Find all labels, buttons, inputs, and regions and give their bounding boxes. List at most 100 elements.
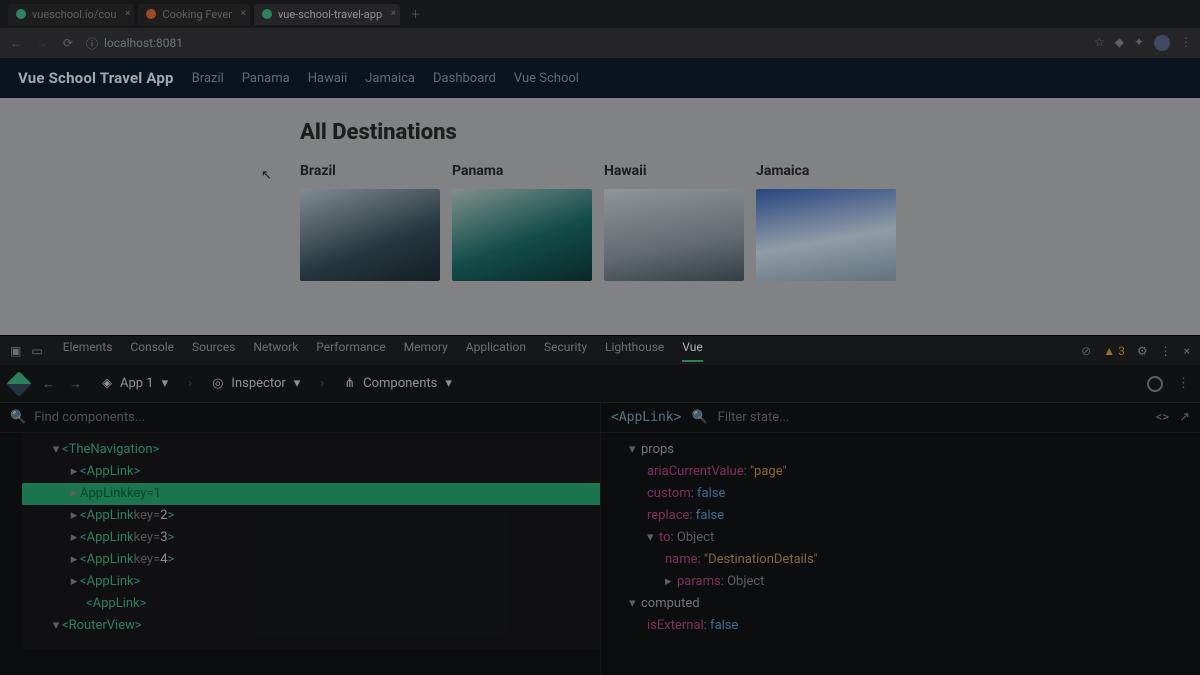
browser-tab[interactable]: vueschool.io/cou × [8, 4, 134, 25]
vue-devtools-panes: 🔍 ▾ <TheNavigation> ▸ <AppLink> ▸ AppLin… [0, 403, 1200, 675]
tab-label: vue-school-travel-app [278, 8, 382, 21]
destination-title: Brazil [300, 163, 440, 179]
destination-card[interactable]: Brazil [300, 163, 440, 281]
menu-icon[interactable]: ⋮ [1160, 344, 1172, 358]
tree-node-applink[interactable]: <AppLink> [22, 593, 600, 615]
nav-link-jamaica[interactable]: Jamaica [365, 71, 415, 86]
url-text: localhost:8081 [104, 36, 183, 50]
state-component-name: <AppLink> [611, 410, 681, 425]
destination-thumb [756, 189, 896, 281]
devtools-tabbar: ▣ ▭ Elements Console Sources Network Per… [0, 335, 1200, 365]
devtools-warn-badge[interactable]: ▲ 3 [1103, 344, 1125, 358]
browser-tab[interactable]: vue-school-travel-app × [254, 4, 400, 25]
browser-toolbar: ← → ⟳ ⓘ localhost:8081 ☆ ◆ ✦ ⋮ [0, 28, 1200, 58]
open-icon[interactable]: ↗ [1179, 410, 1190, 425]
close-icon[interactable]: × [391, 8, 396, 19]
chevron-right-icon: › [188, 376, 192, 391]
search-icon: 🔍 [10, 410, 26, 425]
devtools-tab-vue[interactable]: Vue [682, 340, 702, 362]
browser-tab-strip: vueschool.io/cou × Cooking Fever × vue-s… [0, 0, 1200, 28]
vd-app-selector[interactable]: ◈ App 1 ▾ [96, 376, 174, 391]
vd-forward-button[interactable]: → [69, 376, 82, 392]
tree-node-applink[interactable]: ▸ <AppLink> [22, 461, 600, 483]
favicon-icon [16, 9, 26, 19]
nav-link-panama[interactable]: Panama [242, 71, 290, 86]
gear-icon[interactable]: ⚙ [1137, 344, 1148, 358]
tree-node-applink[interactable]: ▸ <AppLink key=2> [22, 505, 600, 527]
chevron-down-icon: ▾ [162, 376, 169, 391]
destination-thumb [452, 189, 592, 281]
devtools-tab-application[interactable]: Application [466, 340, 526, 362]
devtools-tab-security[interactable]: Security [544, 340, 587, 362]
info-icon: ⓘ [86, 35, 98, 52]
close-icon[interactable]: × [241, 8, 246, 19]
destination-title: Jamaica [756, 163, 896, 179]
devtools-tab-console[interactable]: Console [130, 340, 174, 362]
favicon-icon [262, 9, 272, 19]
component-search[interactable]: 🔍 [0, 403, 600, 433]
nav-link-vueschool[interactable]: Vue School [514, 71, 579, 86]
destination-thumb [604, 189, 744, 281]
state-header: <AppLink> 🔍 <> ↗ [601, 403, 1200, 433]
component-tree-pane: 🔍 ▾ <TheNavigation> ▸ <AppLink> ▸ AppLin… [0, 403, 600, 675]
close-icon[interactable]: × [1184, 344, 1190, 358]
devtools-tab-network[interactable]: Network [253, 340, 298, 362]
chevron-right-icon: › [320, 376, 324, 391]
chevron-down-icon: ▾ [294, 376, 301, 391]
destination-card[interactable]: Hawaii [604, 163, 744, 281]
code-icon[interactable]: <> [1156, 410, 1169, 425]
address-bar[interactable]: ⓘ localhost:8081 [86, 35, 183, 52]
tree-node-applink-selected[interactable]: ▸ AppLink key=1 [22, 483, 600, 505]
inspect-icon[interactable]: ▣ [10, 344, 21, 358]
extension-icon[interactable]: ◆ [1115, 35, 1124, 51]
tree-node-applink[interactable]: ▸ <AppLink key=3> [22, 527, 600, 549]
puzzle-icon[interactable]: ✦ [1134, 35, 1144, 51]
page-title: All Destinations [300, 120, 900, 145]
new-tab-button[interactable]: ＋ [404, 6, 427, 22]
app-brand[interactable]: Vue School Travel App [18, 69, 174, 87]
vd-back-button[interactable]: ← [42, 376, 55, 392]
component-search-input[interactable] [34, 410, 590, 425]
destination-card[interactable]: Panama [452, 163, 592, 281]
layers-icon: ◈ [102, 376, 112, 391]
tab-label: Cooking Fever [162, 8, 232, 21]
devtools-error-icon[interactable]: ⊘ [1081, 344, 1091, 358]
vd-inspector-selector[interactable]: ◎ Inspector ▾ [206, 376, 306, 391]
app-header: Vue School Travel App Brazil Panama Hawa… [0, 58, 1200, 98]
tree-node-routerview[interactable]: ▾ <RouterView> [22, 615, 600, 637]
tree-node-thenavigation[interactable]: ▾ <TheNavigation> [22, 439, 600, 461]
devtools-tab-performance[interactable]: Performance [316, 340, 385, 362]
nav-link-hawaii[interactable]: Hawaii [308, 71, 348, 86]
vd-components-selector[interactable]: ⋔ Components ▾ [338, 376, 458, 391]
device-icon[interactable]: ▭ [31, 344, 42, 358]
nav-link-dashboard[interactable]: Dashboard [433, 71, 496, 86]
forward-button[interactable]: → [34, 36, 50, 50]
menu-icon[interactable]: ⋮ [1177, 376, 1190, 391]
chevron-down-icon: ▾ [445, 376, 452, 391]
component-state-pane: <AppLink> 🔍 <> ↗ ▾props ariaCurrentValue… [600, 403, 1200, 675]
vue-devtools-toolbar: ← → ◈ App 1 ▾ › ◎ Inspector ▾ › ⋔ Compon… [0, 365, 1200, 403]
page-body: ↖ All Destinations Brazil Panama Hawaii … [0, 98, 1200, 335]
target-icon[interactable] [1147, 376, 1163, 392]
compass-icon: ◎ [212, 376, 223, 391]
reload-button[interactable]: ⟳ [60, 36, 76, 50]
devtools-tab-lighthouse[interactable]: Lighthouse [605, 340, 664, 362]
devtools-tab-memory[interactable]: Memory [404, 340, 448, 362]
avatar[interactable] [1154, 35, 1170, 51]
tree-node-applink[interactable]: ▸ <AppLink key=4> [22, 549, 600, 571]
cursor-icon: ↖ [261, 168, 272, 183]
browser-tab[interactable]: Cooking Fever × [138, 4, 250, 25]
state-filter-input[interactable] [718, 410, 1146, 425]
devtools-tab-elements[interactable]: Elements [63, 340, 113, 362]
tree-node-applink[interactable]: ▸ <AppLink> [22, 571, 600, 593]
nav-link-brazil[interactable]: Brazil [192, 71, 224, 86]
star-icon[interactable]: ☆ [1094, 35, 1105, 51]
devtools-tab-sources[interactable]: Sources [192, 340, 235, 362]
destinations-grid: Brazil Panama Hawaii Jamaica [300, 163, 900, 281]
destination-card[interactable]: Jamaica [756, 163, 896, 281]
destination-title: Panama [452, 163, 592, 179]
close-icon[interactable]: × [125, 8, 130, 19]
back-button[interactable]: ← [8, 36, 24, 50]
menu-icon[interactable]: ⋮ [1180, 35, 1192, 51]
destination-thumb [300, 189, 440, 281]
